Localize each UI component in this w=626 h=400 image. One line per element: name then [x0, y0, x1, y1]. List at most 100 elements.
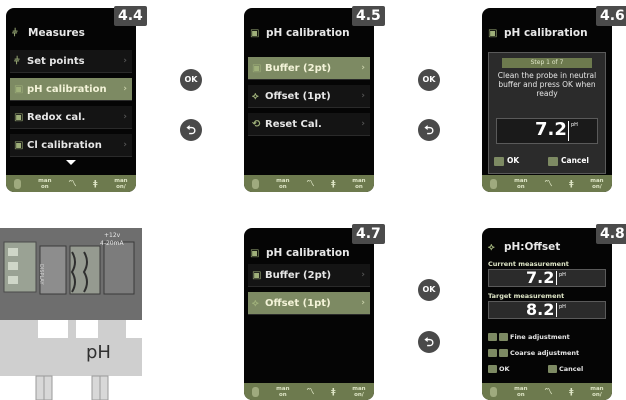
ok-softkey[interactable]: OK	[488, 364, 538, 374]
footer-man2-label: man on/	[590, 177, 604, 190]
probe-icon	[14, 178, 22, 189]
status-footer: man on 〽 ǂ man on/	[6, 175, 136, 192]
cancel-softkey[interactable]: Cancel	[548, 156, 589, 166]
current-value: 7.2	[526, 268, 555, 287]
status-footer: man on 〽 ǂ man on/	[482, 175, 612, 192]
terminal-label-12v: +12v	[104, 232, 121, 239]
back-icon: ⮌	[186, 123, 196, 137]
step-badge: 4.5	[352, 6, 385, 26]
calibration-icon: ▣	[250, 28, 260, 39]
probe-icon	[490, 178, 498, 189]
header-title: pH calibration	[266, 247, 350, 259]
footer-man2-label: man on/	[590, 385, 604, 398]
key-icon	[494, 156, 504, 166]
footer-man2-label: man on/	[352, 385, 366, 398]
current-measurement-label: Current measurement	[488, 260, 569, 268]
header-title: Measures	[28, 27, 85, 39]
offset-icon: ⟡	[252, 298, 259, 309]
calibration-icon: ▣	[488, 28, 498, 39]
back-button[interactable]: ⮌	[418, 119, 440, 141]
ph-value: 7.2	[535, 119, 567, 140]
calibration-icon: ▣	[14, 112, 24, 123]
menu-item-set-points[interactable]: ⫩ Set points ›	[10, 50, 132, 73]
chevron-right-icon: ›	[361, 298, 365, 308]
footer-man-label: man on	[514, 385, 528, 398]
measures-icon: ⫩	[12, 28, 18, 39]
wifi-icon: 〽	[306, 386, 315, 396]
calibration-icon: ▣	[252, 63, 262, 74]
chevron-right-icon: ›	[123, 84, 127, 94]
status-footer: man on 〽 ǂ man on/	[482, 383, 612, 400]
menu-item-label: pH calibration	[27, 84, 107, 95]
key-icon	[499, 349, 508, 357]
pump-icon: ǂ	[93, 178, 98, 188]
chevron-right-icon: ›	[123, 140, 127, 150]
screen-header: ▣ pH calibration	[250, 22, 368, 44]
step-badge: 4.6	[596, 6, 626, 26]
terminal-block-illustration	[0, 228, 142, 400]
key-icon	[499, 333, 508, 341]
current-unit: pH	[559, 272, 566, 278]
header-title: pH calibration	[504, 27, 588, 39]
pump-icon: ǂ	[569, 178, 574, 188]
step-badge: 4.7	[352, 224, 385, 244]
screen-header: ▣ pH calibration	[488, 22, 606, 44]
menu-item-offset-1pt[interactable]: ⟡ Offset (1pt) ›	[248, 85, 370, 108]
menu-item-label: Redox cal.	[27, 112, 86, 123]
ok-button[interactable]: OK	[418, 69, 440, 91]
target-unit: pH	[559, 304, 566, 310]
calibration-icon: ▣	[14, 140, 24, 151]
device-terminal-photo: +12v 4-20mA DISPLAY pH	[0, 228, 142, 400]
menu-item-label: Buffer (2pt)	[265, 270, 332, 281]
key-icon	[548, 156, 558, 166]
menu-item-buffer-2pt[interactable]: ▣ Buffer (2pt) ›	[248, 57, 370, 80]
step-badge: 4.8	[596, 224, 626, 244]
menu-item-buffer-2pt[interactable]: ▣ Buffer (2pt) ›	[248, 264, 370, 287]
back-icon: ⮌	[424, 123, 434, 137]
menu-item-cl-calibration[interactable]: ▣ Cl calibration ›	[10, 134, 132, 157]
cancel-softkey[interactable]: Cancel	[548, 364, 606, 374]
fine-adjustment-row[interactable]: Fine adjustment	[488, 332, 606, 342]
chevron-right-icon: ›	[361, 270, 365, 280]
pump-icon: ǂ	[331, 386, 336, 396]
back-button[interactable]: ⮌	[180, 119, 202, 141]
ph-connector-label: pH	[86, 342, 111, 363]
target-divider	[556, 303, 557, 317]
status-footer: man on 〽 ǂ man on	[244, 175, 374, 192]
coarse-adjustment-row[interactable]: Coarse adjustment	[488, 348, 606, 358]
footer-man2-label: man on/	[114, 177, 128, 190]
key-icon	[488, 365, 497, 373]
menu-item-ph-calibration[interactable]: ▣ pH calibration ›	[10, 78, 132, 101]
terminal-side-label: DISPLAY	[38, 264, 44, 285]
back-icon: ⮌	[424, 335, 434, 349]
probe-icon	[252, 178, 260, 189]
menu-item-offset-1pt[interactable]: ⟡ Offset (1pt) ›	[248, 292, 370, 315]
menu-item-reset-cal[interactable]: ⟲ Reset Cal. ›	[248, 113, 370, 136]
screen-header: ⫩ Measures	[12, 22, 130, 44]
back-button[interactable]: ⮌	[418, 331, 440, 353]
header-title: pH:Offset	[504, 241, 561, 253]
target-measurement-label: Target measurement	[488, 292, 565, 300]
ok-button[interactable]: OK	[418, 279, 440, 301]
ok-button[interactable]: OK	[180, 69, 202, 91]
key-icon	[488, 349, 497, 357]
header-title: pH calibration	[266, 27, 350, 39]
footer-man-label: man on	[38, 177, 52, 190]
current-divider	[556, 271, 557, 285]
footer-man-label: man on	[514, 177, 528, 190]
footer-man-label: man on	[276, 385, 290, 398]
menu-item-redox-cal[interactable]: ▣ Redox cal. ›	[10, 106, 132, 129]
screen-ph-offset: ⟡ pH:Offset Current measurement 7.2 pH Ta…	[482, 228, 612, 400]
pump-icon: ǂ	[569, 386, 574, 396]
scroll-down-icon	[66, 160, 76, 165]
screen-ph-calibration-menu: ▣ pH calibration ▣ Buffer (2pt) › ⟡ Offset (…	[244, 8, 374, 192]
chevron-right-icon: ›	[361, 91, 365, 101]
ok-softkey[interactable]: OK	[494, 156, 519, 166]
measures-icon: ⫩	[14, 56, 20, 67]
screen-header: ⟡ pH:Offset	[488, 236, 606, 258]
probe-icon	[490, 386, 498, 397]
wifi-icon: 〽	[68, 178, 77, 188]
screen-measures: ⫩ Measures ⫩ Set points › ▣ pH calibration › …	[6, 8, 136, 192]
chevron-right-icon: ›	[123, 56, 127, 66]
probe-icon	[252, 386, 260, 397]
